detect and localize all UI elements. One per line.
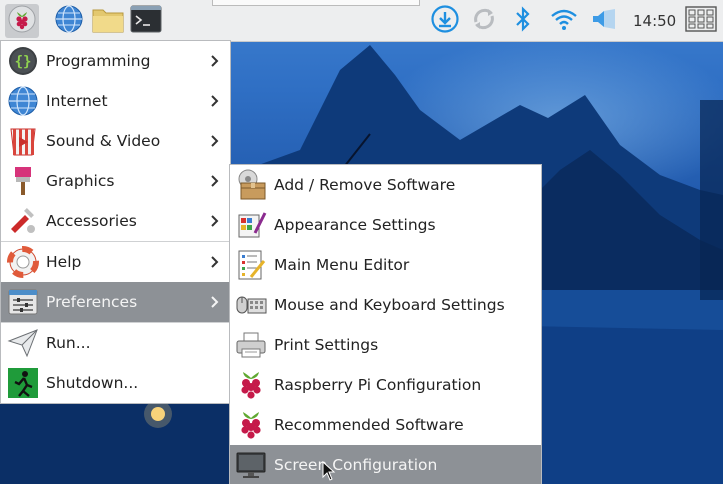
menu-item-label: Accessories	[46, 212, 137, 230]
chevron-right-icon	[210, 93, 220, 109]
chevron-right-icon	[210, 173, 220, 189]
raspberry-menu-button[interactable]	[5, 4, 39, 38]
menu-editor-icon	[235, 249, 267, 281]
submenu-item-label: Add / Remove Software	[274, 176, 456, 194]
menu-item-internet[interactable]: Internet	[1, 81, 230, 121]
submenu-item-add-remove-software[interactable]: Add / Remove Software	[230, 165, 541, 205]
sync-icon	[469, 4, 499, 38]
menu-item-graphics[interactable]: Graphics	[1, 161, 230, 201]
menu-item-label: Programming	[46, 52, 151, 70]
raspberry-icon	[235, 369, 267, 401]
submenu-item-label: Raspberry Pi Configuration	[274, 376, 482, 394]
help-icon	[7, 246, 39, 278]
chevron-right-icon	[210, 133, 220, 149]
menu-item-shutdown[interactable]: Shutdown...	[1, 363, 230, 403]
submenu-item-label: Mouse and Keyboard Settings	[274, 296, 505, 314]
submenu-item-raspberry-pi-configuration[interactable]: Raspberry Pi Configuration	[230, 365, 541, 405]
globe-icon	[54, 4, 84, 38]
package-icon	[235, 169, 267, 201]
preferences-icon	[7, 286, 39, 318]
menu-item-label: Graphics	[46, 172, 115, 190]
menu-item-run[interactable]: Run...	[1, 323, 230, 363]
internet-icon	[7, 85, 39, 117]
menu-item-label: Run...	[46, 334, 91, 352]
bluetooth-icon	[513, 5, 533, 37]
volume-icon	[589, 6, 619, 36]
folder-icon	[91, 4, 125, 38]
preferences-submenu: Add / Remove Software Appearance Setting…	[229, 164, 542, 484]
sound-video-icon	[7, 125, 39, 157]
submenu-item-mouse-keyboard-settings[interactable]: Mouse and Keyboard Settings	[230, 285, 541, 325]
submenu-item-screen-configuration[interactable]: Screen Configuration	[230, 445, 541, 484]
wifi-button[interactable]	[547, 4, 581, 38]
menu-item-label: Help	[46, 253, 82, 271]
raspberry-icon	[8, 5, 36, 37]
submenu-item-recommended-software[interactable]: Recommended Software	[230, 405, 541, 445]
submenu-item-label: Main Menu Editor	[274, 256, 410, 274]
updates-button[interactable]	[428, 4, 462, 38]
run-icon	[7, 327, 39, 359]
menu-item-label: Internet	[46, 92, 108, 110]
chevron-right-icon	[210, 254, 220, 270]
menu-item-accessories[interactable]: Accessories	[1, 201, 230, 241]
raspberry-icon	[235, 409, 267, 441]
appearance-icon	[235, 209, 267, 241]
chevron-right-icon	[210, 213, 220, 229]
programming-icon: {}	[7, 45, 39, 77]
bluetooth-button[interactable]	[506, 4, 540, 38]
menu-item-label: Preferences	[46, 293, 138, 311]
clock[interactable]: 14:50	[633, 12, 676, 30]
menu-item-help[interactable]: Help	[1, 242, 230, 282]
chevron-right-icon	[210, 53, 220, 69]
mouse-keyboard-icon	[235, 289, 267, 321]
taskbar: 14:50	[0, 0, 723, 42]
mouse-pointer-icon	[322, 460, 336, 484]
chevron-right-icon	[210, 294, 220, 310]
submenu-item-print-settings[interactable]: Print Settings	[230, 325, 541, 365]
submenu-item-label: Screen Configuration	[274, 456, 438, 474]
window-switcher-button[interactable]	[684, 4, 718, 38]
menu-item-label: Shutdown...	[46, 374, 139, 392]
wifi-icon	[549, 6, 579, 36]
terminal-button[interactable]	[129, 4, 163, 38]
printer-icon	[235, 329, 267, 361]
sync-button[interactable]	[467, 4, 501, 38]
menu-item-programming[interactable]: {} Programming	[1, 41, 230, 81]
monitor-icon	[235, 449, 267, 481]
submenu-item-appearance-settings[interactable]: Appearance Settings	[230, 205, 541, 245]
partial-window-edge	[212, 0, 420, 6]
terminal-icon	[130, 5, 162, 37]
grid-icon	[685, 6, 717, 36]
file-manager-button[interactable]	[91, 4, 125, 38]
accessories-icon	[7, 205, 39, 237]
submenu-item-label: Recommended Software	[274, 416, 464, 434]
graphics-icon	[7, 165, 39, 197]
download-icon	[430, 4, 460, 38]
shutdown-icon	[7, 367, 39, 399]
svg-text:{}: {}	[15, 54, 32, 70]
web-browser-button[interactable]	[52, 4, 86, 38]
submenu-item-main-menu-editor[interactable]: Main Menu Editor	[230, 245, 541, 285]
submenu-item-label: Print Settings	[274, 336, 379, 354]
main-menu: {} Programming Internet Sound & Video Gr…	[0, 40, 231, 404]
menu-item-sound-video[interactable]: Sound & Video	[1, 121, 230, 161]
submenu-item-label: Appearance Settings	[274, 216, 436, 234]
menu-item-label: Sound & Video	[46, 132, 161, 150]
volume-button[interactable]	[587, 4, 621, 38]
menu-item-preferences[interactable]: Preferences	[1, 282, 230, 322]
